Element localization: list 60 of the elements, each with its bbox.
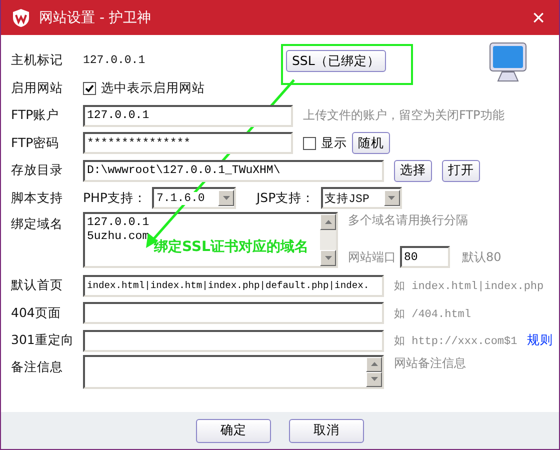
port-label: 网站端口 <box>348 248 396 266</box>
jsp-select[interactable]: 支持JSP <box>320 187 402 210</box>
field-label: 301重定向 <box>11 332 75 350</box>
down-arrow-icon <box>324 256 332 260</box>
annotation-text: 绑定SSL证书对应的域名 <box>154 238 308 256</box>
hint-text: 网站备注信息 <box>394 354 466 372</box>
directory-button[interactable]: 打开 <box>442 160 480 182</box>
field-label: 404页面 <box>11 304 62 322</box>
field-label: 存放目录 <box>11 162 64 180</box>
window-title: 网站设置 - 护卫神 <box>39 8 152 26</box>
field-label: 备注信息 <box>11 358 64 376</box>
scrollbar[interactable] <box>366 356 382 386</box>
ssl-button[interactable]: SSL（已绑定） <box>286 50 386 72</box>
field-label: FTP密码 <box>11 134 60 152</box>
scrollbar[interactable] <box>320 214 336 266</box>
up-arrow-icon <box>370 362 378 366</box>
password-field[interactable]: *************** <box>83 132 293 154</box>
dialog-button[interactable]: 取消 <box>289 418 364 442</box>
redirect-field[interactable] <box>83 330 384 352</box>
down-arrow-icon <box>370 377 378 381</box>
up-arrow-icon <box>324 220 332 224</box>
field-label: 默认首页 <box>11 277 64 294</box>
default-page-field[interactable]: index.html|index.htm|index.php|default.php|index. <box>83 274 384 297</box>
scroll-up-button[interactable] <box>320 214 336 230</box>
field-label: 脚本支持 <box>11 190 64 207</box>
rules-link[interactable]: 规则 <box>527 332 554 350</box>
down-arrow-icon <box>388 196 396 200</box>
field-label: FTP账户 <box>11 107 60 124</box>
php-version-select[interactable]: 7.1.6.0 <box>152 187 236 210</box>
directory-button[interactable]: 选择 <box>394 160 432 182</box>
field-label: 主机标记 <box>11 52 64 70</box>
checkbox-label: 选中表示启用网站 <box>101 80 205 97</box>
php-label: PHP支持： <box>83 190 146 207</box>
directory-field[interactable]: D:\wwwroot\127.0.0.1_TWuXHM\ <box>83 160 384 182</box>
random-button[interactable]: 随机 <box>352 132 390 154</box>
hint-text: 如 /404.html <box>394 307 472 321</box>
scroll-down-button[interactable] <box>366 372 382 386</box>
shield-logo-icon <box>11 8 31 28</box>
show-checkbox[interactable] <box>303 136 316 150</box>
field-label: 启用网站 <box>11 80 64 97</box>
down-arrow-icon <box>222 196 230 200</box>
jsp-label: JSP支持： <box>256 190 315 207</box>
notes-field[interactable] <box>83 354 384 388</box>
scroll-down-button[interactable] <box>320 250 336 266</box>
hint-text: 多个域名请用换行分隔 <box>348 212 469 229</box>
enable-checkbox[interactable] <box>83 82 96 95</box>
host-value: 127.0.0.1 <box>83 54 146 68</box>
checkbox-label: 显示 <box>321 134 347 152</box>
ftp-account-field[interactable]: 127.0.0.1 <box>83 104 293 127</box>
monitor-icon <box>488 42 528 82</box>
dialog-button[interactable]: 确定 <box>196 418 271 442</box>
port-field[interactable]: 80 <box>400 246 450 268</box>
scroll-up-button[interactable] <box>366 356 382 372</box>
close-button[interactable]: × <box>528 6 549 28</box>
hint-text: 如 http://xxx.com$1 <box>394 334 518 348</box>
hint-text: 如 index.html|index.php <box>394 279 544 294</box>
hint-text: 默认80 <box>462 248 502 266</box>
field-label: 绑定域名 <box>11 215 64 233</box>
error-page-field[interactable] <box>83 302 384 324</box>
hint-text: 上传文件的账户，留空为关闭FTP功能 <box>303 107 504 124</box>
